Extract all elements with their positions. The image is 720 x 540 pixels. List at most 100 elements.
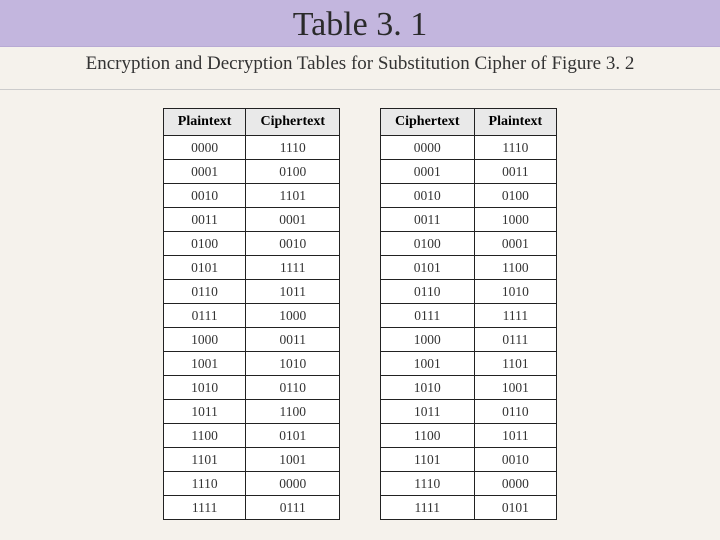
- table-row: 10000011: [163, 328, 339, 352]
- table-cell: 1111: [381, 496, 475, 520]
- table-header-row: Plaintext Ciphertext: [163, 109, 339, 136]
- table-cell: 1110: [381, 472, 475, 496]
- table-cell: 0110: [163, 280, 246, 304]
- table-cell: 0001: [163, 160, 246, 184]
- table-cell: 1001: [474, 376, 557, 400]
- table-cell: 1110: [163, 472, 246, 496]
- table-cell: 1000: [474, 208, 557, 232]
- table-row: 10011010: [163, 352, 339, 376]
- table-row: 10101001: [381, 376, 557, 400]
- table-cell: 1101: [163, 448, 246, 472]
- table-cell: 0001: [246, 208, 340, 232]
- table-cell: 1100: [474, 256, 557, 280]
- table-cell: 1111: [474, 304, 557, 328]
- table-cell: 0011: [163, 208, 246, 232]
- table-row: 11011001: [163, 448, 339, 472]
- table-cell: 1000: [381, 328, 475, 352]
- table-cell: 1111: [163, 496, 246, 520]
- table-cell: 0000: [381, 136, 475, 160]
- table-cell: 0010: [163, 184, 246, 208]
- table-row: 01101011: [163, 280, 339, 304]
- table-cell: 1011: [163, 400, 246, 424]
- table-cell: 0011: [381, 208, 475, 232]
- table-cell: 1000: [246, 304, 340, 328]
- table-cell: 1001: [246, 448, 340, 472]
- table-cell: 1011: [474, 424, 557, 448]
- col-header: Ciphertext: [381, 109, 475, 136]
- table-cell: 0000: [246, 472, 340, 496]
- table-row: 01000010: [163, 232, 339, 256]
- table-cell: 0101: [381, 256, 475, 280]
- table-row: 00101101: [163, 184, 339, 208]
- table-row: 00001110: [163, 136, 339, 160]
- table-cell: 0111: [246, 496, 340, 520]
- col-header: Ciphertext: [246, 109, 340, 136]
- table-cell: 0100: [381, 232, 475, 256]
- table-cell: 0100: [474, 184, 557, 208]
- tables-container: Plaintext Ciphertext 0000111000010100001…: [0, 108, 720, 520]
- table-cell: 0101: [163, 256, 246, 280]
- table-row: 10100110: [163, 376, 339, 400]
- table-cell: 0111: [474, 328, 557, 352]
- table-cell: 1100: [381, 424, 475, 448]
- table-cell: 0011: [474, 160, 557, 184]
- table-cell: 1001: [381, 352, 475, 376]
- table-row: 11100000: [163, 472, 339, 496]
- table-cell: 1110: [246, 136, 340, 160]
- encryption-table: Plaintext Ciphertext 0000111000010100001…: [163, 108, 340, 520]
- table-row: 00111000: [381, 208, 557, 232]
- table-cell: 0100: [246, 160, 340, 184]
- table-row: 00110001: [163, 208, 339, 232]
- table-cell: 0111: [381, 304, 475, 328]
- table-row: 10011101: [381, 352, 557, 376]
- table-cell: 0001: [381, 160, 475, 184]
- table-row: 11000101: [163, 424, 339, 448]
- col-header: Plaintext: [474, 109, 557, 136]
- table-row: 00001110: [381, 136, 557, 160]
- table-cell: 1011: [381, 400, 475, 424]
- table-cell: 1011: [246, 280, 340, 304]
- table-cell: 0000: [163, 136, 246, 160]
- table-row: 11100000: [381, 472, 557, 496]
- table-cell: 0101: [474, 496, 557, 520]
- table-cell: 1101: [246, 184, 340, 208]
- table-row: 11110101: [381, 496, 557, 520]
- table-row: 00010100: [163, 160, 339, 184]
- page-title: Table 3. 1: [0, 6, 720, 44]
- table-cell: 0111: [163, 304, 246, 328]
- slide-page: Table 3. 1 Encryption and Decryption Tab…: [0, 0, 720, 540]
- table-cell: 0110: [474, 400, 557, 424]
- table-row: 01011100: [381, 256, 557, 280]
- table-cell: 1100: [163, 424, 246, 448]
- table-cell: 1101: [381, 448, 475, 472]
- table-row: 01000001: [381, 232, 557, 256]
- table-cell: 1010: [163, 376, 246, 400]
- decryption-table: Ciphertext Plaintext 0000111000010011001…: [380, 108, 557, 520]
- table-cell: 0011: [246, 328, 340, 352]
- table-cell: 0010: [381, 184, 475, 208]
- table-row: 10110110: [381, 400, 557, 424]
- table-row: 01111111: [381, 304, 557, 328]
- table-cell: 1100: [246, 400, 340, 424]
- table-cell: 1010: [381, 376, 475, 400]
- table-cell: 1101: [474, 352, 557, 376]
- table-row: 11010010: [381, 448, 557, 472]
- table-cell: 0101: [246, 424, 340, 448]
- table-row: 10000111: [381, 328, 557, 352]
- table-row: 01101010: [381, 280, 557, 304]
- table-cell: 0001: [474, 232, 557, 256]
- header-band: Table 3. 1: [0, 0, 720, 47]
- table-cell: 1111: [246, 256, 340, 280]
- table-cell: 0110: [381, 280, 475, 304]
- table-row: 01011111: [163, 256, 339, 280]
- page-subtitle: Encryption and Decryption Tables for Sub…: [0, 53, 720, 75]
- table-row: 10111100: [163, 400, 339, 424]
- table-cell: 0000: [474, 472, 557, 496]
- table-cell: 1001: [163, 352, 246, 376]
- table-cell: 1110: [474, 136, 557, 160]
- divider: [0, 89, 720, 90]
- table-header-row: Ciphertext Plaintext: [381, 109, 557, 136]
- table-row: 11001011: [381, 424, 557, 448]
- table-row: 11110111: [163, 496, 339, 520]
- table-row: 00010011: [381, 160, 557, 184]
